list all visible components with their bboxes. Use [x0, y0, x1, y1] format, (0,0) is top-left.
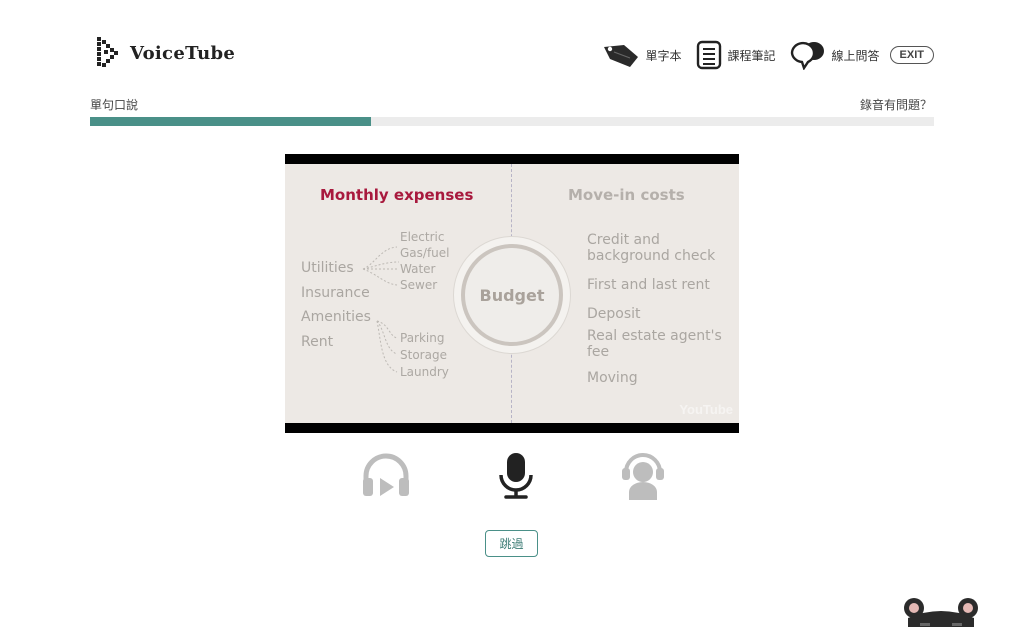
- logo-mark-icon: [97, 37, 118, 67]
- vocab-book-label: 單字本: [645, 48, 682, 63]
- utilities-sub-water: Water: [400, 262, 436, 276]
- microphone-icon[interactable]: [490, 450, 542, 502]
- online-qa-link[interactable]: 線上問答: [790, 40, 880, 70]
- budget-label: Budget: [479, 285, 545, 305]
- utilities-sub-gas: Gas/fuel: [400, 246, 450, 260]
- left-item-utilities: Utilities: [301, 260, 354, 276]
- exit-button[interactable]: EXIT: [889, 46, 934, 64]
- progress-fill: [90, 117, 372, 126]
- right-item-agent-fee: Real estate agent's fee: [587, 328, 722, 360]
- course-notes-link[interactable]: 課程筆記: [696, 40, 776, 70]
- listener-icon[interactable]: [617, 450, 669, 502]
- chat-bubbles-icon: [790, 41, 824, 70]
- left-item-amenities: Amenities: [301, 309, 371, 325]
- right-item-moving: Moving: [587, 370, 638, 386]
- online-qa-label: 線上問答: [831, 48, 880, 63]
- budget-circle: Budget: [461, 244, 563, 346]
- video-frame: Monthly expenses Move-in costs Utilities…: [285, 164, 739, 423]
- bear-mascot-icon: [904, 598, 978, 627]
- amenities-sub-laundry: Laundry: [400, 365, 449, 379]
- utilities-sub-electric: Electric: [400, 230, 445, 244]
- vocab-book-link[interactable]: 單字本: [602, 41, 682, 69]
- left-item-insurance: Insurance: [301, 285, 370, 301]
- voicetube-logo[interactable]: VoiceTube: [96, 36, 235, 70]
- headphones-play-icon[interactable]: [360, 450, 412, 502]
- move-in-costs-heading: Move-in costs: [568, 186, 685, 204]
- right-item-credit-check: Credit and background check: [587, 232, 716, 264]
- youtube-watermark: YouTube: [679, 402, 733, 417]
- video-player[interactable]: Monthly expenses Move-in costs Utilities…: [285, 154, 739, 433]
- amenities-sub-parking: Parking: [400, 331, 445, 345]
- right-item-first-last-rent: First and last rent: [587, 277, 710, 293]
- right-item-deposit: Deposit: [587, 306, 641, 322]
- left-item-rent: Rent: [301, 334, 334, 350]
- skip-button[interactable]: 跳過: [485, 530, 538, 557]
- youtube-watermark-text: YouTube: [679, 402, 733, 417]
- logo-text: VoiceTube: [130, 42, 236, 64]
- recording-issue-link[interactable]: 錄音有問題？: [860, 96, 932, 113]
- monthly-expenses-heading: Monthly expenses: [320, 186, 474, 204]
- mode-label: 單句口說: [90, 98, 139, 112]
- header-nav: 單字本 課程筆記 線上問答 EXIT: [602, 38, 934, 72]
- tag-icon: [603, 45, 638, 67]
- course-notes-label: 課程筆記: [727, 48, 776, 63]
- utilities-sub-sewer: Sewer: [400, 278, 438, 292]
- amenities-sub-storage: Storage: [400, 348, 447, 362]
- progress-bar: [90, 117, 934, 126]
- notes-icon: [696, 40, 721, 70]
